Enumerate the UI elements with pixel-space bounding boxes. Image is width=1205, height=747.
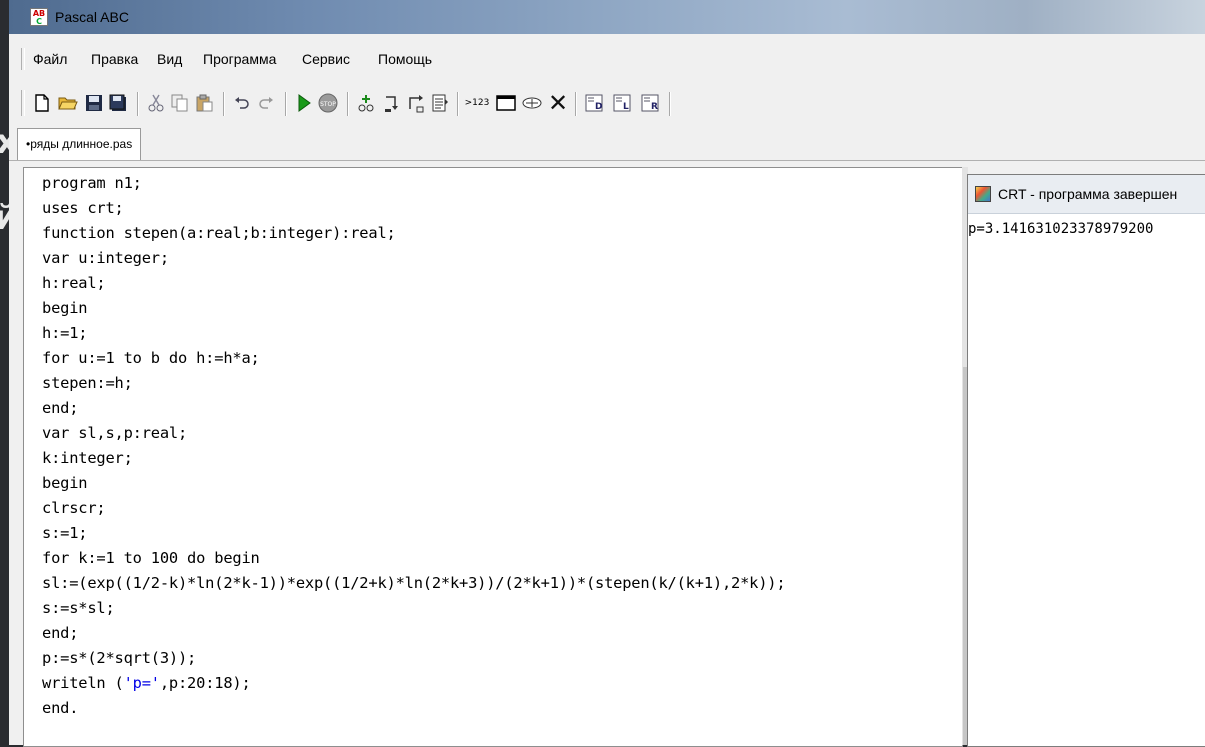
run-icon[interactable] — [293, 92, 315, 114]
toolbar-grip — [21, 90, 25, 116]
paste-icon[interactable] — [193, 92, 215, 114]
toolbar-separator — [669, 92, 671, 116]
code-line[interactable]: k:integer; — [42, 449, 133, 467]
evaluate-icon[interactable]: >123 — [463, 92, 491, 114]
code-line[interactable]: begin — [42, 299, 88, 317]
code-line[interactable]: h:=1; — [42, 324, 88, 342]
code-line[interactable]: end; — [42, 624, 78, 642]
redo-icon[interactable] — [255, 92, 277, 114]
code-line[interactable]: clrscr; — [42, 499, 106, 517]
code-line code-line-writeln[interactable]: writeln ('p=',p:20:18); — [42, 674, 251, 692]
undo-icon[interactable] — [231, 92, 253, 114]
code-line[interactable]: s:=s*sl; — [42, 599, 115, 617]
menu-grip — [21, 48, 25, 70]
crt-app-icon — [975, 186, 991, 202]
tab-file[interactable]: •ряды длинное.pas — [17, 128, 142, 160]
svg-text:D: D — [595, 102, 602, 112]
code-line[interactable]: program n1; — [42, 174, 142, 192]
cut-icon[interactable] — [145, 92, 167, 114]
step-out-icon[interactable] — [405, 92, 427, 114]
save-all-icon[interactable] — [107, 92, 129, 114]
code-line[interactable]: stepen:=h; — [42, 374, 133, 392]
code-line[interactable]: end. — [42, 699, 78, 717]
svg-text:R: R — [651, 102, 658, 112]
copy-icon[interactable] — [169, 92, 191, 114]
code-line[interactable]: uses crt; — [42, 199, 124, 217]
menu-bar: Файл Правка Вид Программа Сервис Помощь — [9, 44, 1205, 72]
new-file-icon[interactable] — [31, 92, 53, 114]
window-title: Pascal ABC — [55, 9, 129, 25]
menu-view[interactable]: Вид — [157, 51, 182, 67]
menu-program[interactable]: Программа — [203, 51, 276, 67]
tab-strip: •ряды длинное.pas — [9, 126, 1205, 161]
toolbar-separator — [347, 92, 349, 116]
toolbar: STOP >123 ✕ D L R — [9, 84, 849, 120]
menu-service[interactable]: Сервис — [302, 51, 350, 67]
toolbar-separator — [457, 92, 459, 116]
tool-d-icon[interactable]: D — [583, 92, 605, 114]
code-line[interactable]: end; — [42, 399, 78, 417]
step-over-icon[interactable] — [381, 92, 403, 114]
app-icon: AB C — [30, 8, 48, 26]
debug-window-icon[interactable] — [521, 92, 543, 114]
output-window-icon[interactable] — [495, 92, 517, 114]
toolbar-separator — [285, 92, 287, 116]
code-line[interactable]: var u:integer; — [42, 249, 169, 267]
open-folder-icon[interactable] — [57, 92, 79, 114]
stop-icon[interactable]: STOP — [317, 92, 339, 114]
step-into-icon[interactable] — [355, 92, 377, 114]
code-line[interactable]: s:=1; — [42, 524, 88, 542]
code-line[interactable]: function stepen(a:real;b:integer):real; — [42, 224, 396, 242]
save-icon[interactable] — [83, 92, 105, 114]
menu-file[interactable]: Файл — [33, 51, 67, 67]
toolbar-separator — [137, 92, 139, 116]
code-line[interactable]: p:=s*(2*sqrt(3)); — [42, 649, 196, 667]
pascal-abc-window: AB C Pascal ABC Файл Правка Вид Программа… — [9, 0, 1205, 747]
title-bar[interactable]: AB C Pascal ABC — [9, 0, 1205, 34]
svg-text:STOP: STOP — [320, 101, 336, 108]
svg-text:L: L — [623, 102, 629, 112]
toolbar-separator — [223, 92, 225, 116]
crt-output: p=3.141631023378979200 — [968, 221, 1154, 237]
code-line[interactable]: var sl,s,p:real; — [42, 424, 187, 442]
close-icon[interactable]: ✕ — [547, 89, 569, 117]
menu-help[interactable]: Помощь — [378, 51, 432, 67]
code-line[interactable]: begin — [42, 474, 88, 492]
code-line[interactable]: sl:=(exp((1/2-k)*ln(2*k-1))*exp((1/2+k)*… — [42, 574, 786, 592]
crt-window: CRT - программа завершен p=3.14163102337… — [967, 174, 1205, 747]
crt-title: CRT - программа завершен — [998, 186, 1178, 202]
tool-l-icon[interactable]: L — [611, 92, 633, 114]
toolbar-separator — [575, 92, 577, 116]
code-line[interactable]: for k:=1 to 100 do begin — [42, 549, 260, 567]
menu-edit[interactable]: Правка — [91, 51, 138, 67]
code-line[interactable]: for u:=1 to b do h:=h*a; — [42, 349, 260, 367]
watch-list-icon[interactable] — [429, 92, 451, 114]
tool-r-icon[interactable]: R — [639, 92, 661, 114]
crt-title-bar[interactable]: CRT - программа завершен — [968, 175, 1205, 214]
code-editor[interactable]: program n1; uses crt; function stepen(a:… — [23, 167, 963, 747]
code-line[interactable]: h:real; — [42, 274, 106, 292]
